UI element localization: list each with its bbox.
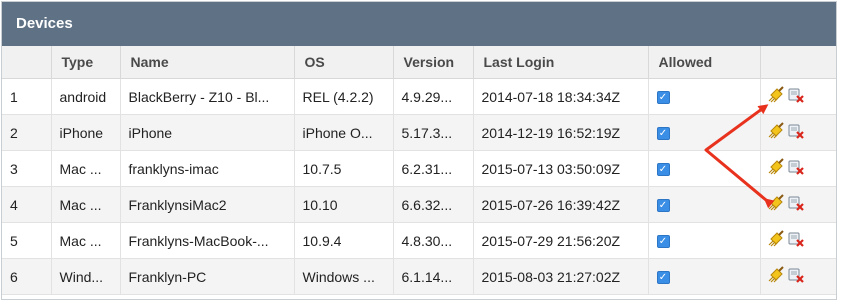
cell-actions [760, 78, 836, 115]
broom-icon[interactable] [767, 194, 785, 215]
cell-allowed: ✓ [648, 222, 761, 259]
cell-name: iPhone [120, 114, 295, 151]
cell-os: Windows ... [294, 258, 394, 295]
cell-type: Mac ... [51, 222, 121, 259]
cell-os: iPhone O... [294, 114, 394, 151]
cell-last-login: 2015-07-26 16:39:42Z [473, 186, 649, 223]
cell-actions [760, 186, 836, 223]
cell-version: 6.6.32... [393, 186, 474, 223]
cell-actions [760, 222, 836, 259]
cell-os: 10.10 [294, 186, 394, 223]
cell-last-login: 2015-07-13 03:50:09Z [473, 150, 649, 187]
cell-version: 5.17.3... [393, 114, 474, 151]
table-row[interactable]: 3 Mac ... franklyns-imac 10.7.5 6.2.31... 201… [2, 150, 836, 187]
cell-type: Wind... [51, 258, 121, 295]
remove-device-icon[interactable] [787, 230, 805, 251]
col-type-header[interactable]: Type [51, 46, 121, 79]
cell-name: Franklyn-PC [120, 258, 295, 295]
allowed-checkbox[interactable]: ✓ [656, 235, 670, 249]
col-actions-header [760, 46, 836, 79]
cell-version: 4.9.29... [393, 78, 474, 115]
cell-actions [760, 258, 836, 295]
allowed-checkbox[interactable]: ✓ [656, 199, 670, 213]
allowed-checkbox[interactable]: ✓ [656, 127, 670, 141]
cell-actions [760, 114, 836, 151]
broom-icon[interactable] [767, 86, 785, 107]
allowed-checkbox[interactable]: ✓ [656, 91, 670, 105]
remove-device-icon[interactable] [787, 158, 805, 179]
cell-index: 2 [2, 114, 52, 151]
cell-index: 3 [2, 150, 52, 187]
cell-os: REL (4.2.2) [294, 78, 394, 115]
cell-last-login: 2015-08-03 21:27:02Z [473, 258, 649, 295]
broom-icon[interactable] [767, 230, 785, 251]
cell-last-login: 2015-07-29 21:56:20Z [473, 222, 649, 259]
broom-icon[interactable] [767, 122, 785, 143]
remove-device-icon[interactable] [787, 194, 805, 215]
cell-name: franklyns-imac [120, 150, 295, 187]
cell-name: Franklyns-MacBook-... [120, 222, 295, 259]
cell-version: 4.8.30... [393, 222, 474, 259]
cell-index: 6 [2, 258, 52, 295]
allowed-checkbox[interactable]: ✓ [656, 163, 670, 177]
col-last-login-header[interactable]: Last Login [473, 46, 649, 79]
cell-last-login: 2014-12-19 16:52:19Z [473, 114, 649, 151]
table-row[interactable]: 6 Wind... Franklyn-PC Windows ... 6.1.14... 2… [2, 258, 836, 295]
table-header-row: Type Name OS Version Last Login Allowed [2, 46, 836, 79]
cell-version: 6.1.14... [393, 258, 474, 295]
remove-device-icon[interactable] [787, 122, 805, 143]
cell-allowed: ✓ [648, 150, 761, 187]
col-name-header[interactable]: Name [120, 46, 295, 79]
table-row[interactable]: 2 iPhone iPhone iPhone O... 5.17.3... 2014-12… [2, 114, 836, 151]
broom-icon[interactable] [767, 158, 785, 179]
col-os-header[interactable]: OS [294, 46, 394, 79]
cell-index: 5 [2, 222, 52, 259]
cell-type: Mac ... [51, 150, 121, 187]
broom-icon[interactable] [767, 266, 785, 287]
cell-allowed: ✓ [648, 114, 761, 151]
remove-device-icon[interactable] [787, 266, 805, 287]
col-allowed-header[interactable]: Allowed [648, 46, 761, 79]
cell-type: Mac ... [51, 186, 121, 223]
cell-name: FranklynsiMac2 [120, 186, 295, 223]
cell-last-login: 2014-07-18 18:34:34Z [473, 78, 649, 115]
col-index-header [2, 46, 52, 79]
cell-index: 1 [2, 78, 52, 115]
cell-os: 10.9.4 [294, 222, 394, 259]
table-row[interactable]: 4 Mac ... FranklynsiMac2 10.10 6.6.32... 2015… [2, 186, 836, 223]
table-row[interactable]: 1 android BlackBerry - Z10 - Bl... REL (4.2… [2, 78, 836, 115]
allowed-checkbox[interactable]: ✓ [656, 271, 670, 285]
cell-allowed: ✓ [648, 258, 761, 295]
col-version-header[interactable]: Version [393, 46, 474, 79]
devices-panel: Devices Type Name OS Version Last Login … [1, 1, 837, 300]
cell-allowed: ✓ [648, 78, 761, 115]
cell-os: 10.7.5 [294, 150, 394, 187]
cell-version: 6.2.31... [393, 150, 474, 187]
remove-device-icon[interactable] [787, 86, 805, 107]
devices-table: Type Name OS Version Last Login Allowed … [2, 46, 836, 295]
cell-type: iPhone [51, 114, 121, 151]
cell-type: android [51, 78, 121, 115]
cell-index: 4 [2, 186, 52, 223]
panel-title: Devices [2, 2, 836, 46]
cell-actions [760, 150, 836, 187]
table-row[interactable]: 5 Mac ... Franklyns-MacBook-... 10.9.4 4.8.3… [2, 222, 836, 259]
cell-name: BlackBerry - Z10 - Bl... [120, 78, 295, 115]
cell-allowed: ✓ [648, 186, 761, 223]
